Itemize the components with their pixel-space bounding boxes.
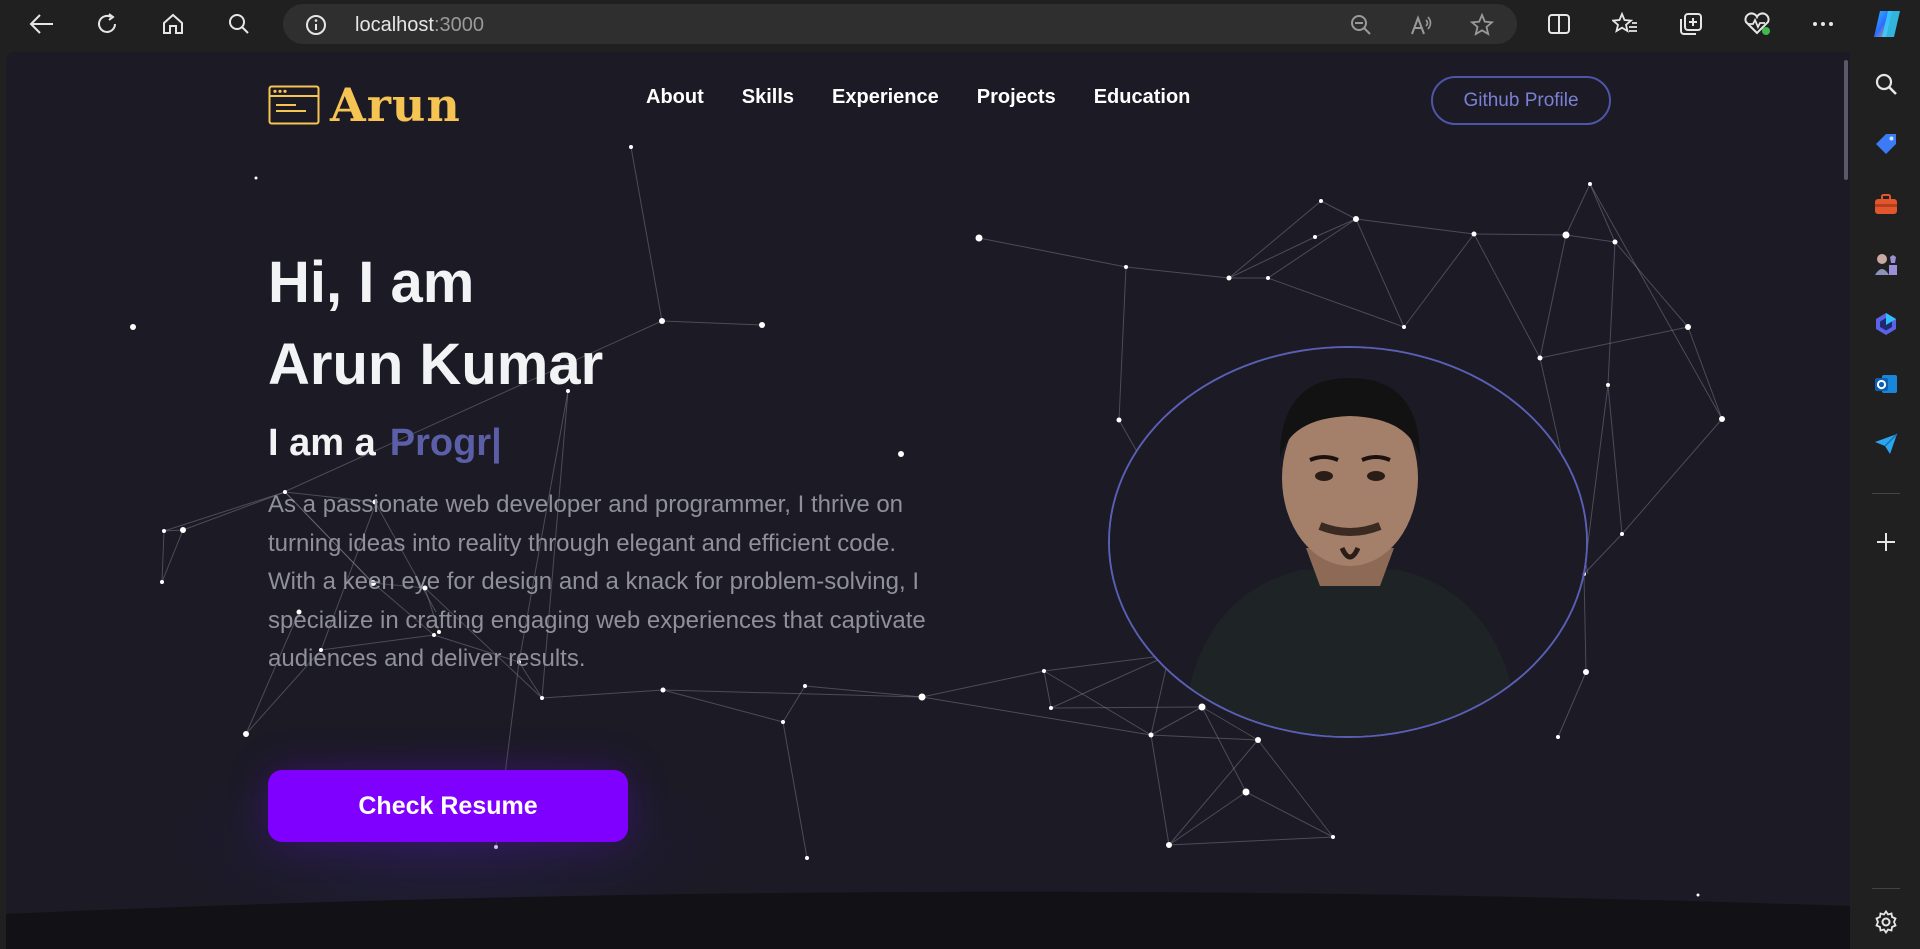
- greeting-line: Hi, I am: [268, 250, 475, 315]
- page-viewport[interactable]: Arun About Skills Experience Projects Ed…: [6, 52, 1850, 949]
- home-icon[interactable]: [156, 8, 190, 40]
- url-port: :3000: [433, 14, 484, 36]
- address-bar[interactable]: localhost:3000: [283, 4, 1517, 44]
- nav-experience[interactable]: Experience: [832, 86, 939, 109]
- microsoft365-icon[interactable]: [1870, 308, 1902, 340]
- sidebar-divider: [1872, 888, 1900, 889]
- browser-toolbar: localhost:3000: [0, 0, 1920, 48]
- person-portrait-image: [1110, 348, 1586, 736]
- nav-education[interactable]: Education: [1094, 86, 1191, 109]
- favorites-icon[interactable]: [1608, 8, 1642, 40]
- role-typed-text: Progr|: [389, 422, 502, 464]
- url-host: localhost: [355, 14, 434, 36]
- role-typewriter: I am a Progr|: [268, 422, 502, 465]
- refresh-icon[interactable]: [90, 8, 124, 40]
- profile-photo: [1108, 346, 1588, 738]
- site-logo[interactable]: Arun: [268, 78, 461, 132]
- hero-bio: As a passionate web developer and progra…: [268, 491, 926, 672]
- nav-about[interactable]: About: [646, 86, 704, 109]
- scrollbar[interactable]: [1844, 60, 1848, 180]
- edge-sidebar: [1851, 48, 1920, 949]
- favorite-star-icon[interactable]: [1469, 12, 1495, 38]
- read-aloud-icon[interactable]: [1409, 12, 1435, 38]
- check-resume-button[interactable]: Check Resume: [268, 770, 628, 842]
- copilot-icon[interactable]: [1870, 8, 1904, 40]
- browser-essentials-icon[interactable]: [1740, 8, 1774, 40]
- add-icon[interactable]: [1870, 526, 1902, 558]
- sidebar-divider: [1872, 493, 1900, 494]
- zoom-out-icon[interactable]: [1348, 12, 1374, 38]
- settings-icon[interactable]: [1870, 906, 1902, 938]
- shopping-tag-icon[interactable]: [1870, 128, 1902, 160]
- role-prefix: I am a: [268, 422, 376, 464]
- url-text[interactable]: localhost:3000: [355, 14, 484, 37]
- name-line: Arun Kumar: [268, 332, 604, 397]
- tools-icon[interactable]: [1870, 188, 1902, 220]
- nav-skills[interactable]: Skills: [742, 86, 794, 109]
- github-profile-button[interactable]: Github Profile: [1431, 76, 1611, 125]
- games-icon[interactable]: [1870, 248, 1902, 280]
- split-screen-icon[interactable]: [1542, 8, 1576, 40]
- browser-window-icon: [268, 85, 320, 125]
- section-divider-wave: [6, 891, 1850, 949]
- back-icon[interactable]: [25, 8, 59, 40]
- sidebar-search-icon[interactable]: [1870, 68, 1902, 100]
- search-icon[interactable]: [222, 8, 256, 40]
- site-nav: About Skills Experience Projects Educati…: [646, 86, 1190, 109]
- more-icon[interactable]: [1806, 8, 1840, 40]
- nav-projects[interactable]: Projects: [977, 86, 1056, 109]
- logo-text: Arun: [330, 78, 461, 132]
- info-icon[interactable]: [305, 14, 327, 40]
- send-icon[interactable]: [1870, 428, 1902, 460]
- collections-icon[interactable]: [1674, 8, 1708, 40]
- hero-heading: Hi, I am Arun Kumar: [268, 242, 603, 406]
- outlook-icon[interactable]: [1870, 368, 1902, 400]
